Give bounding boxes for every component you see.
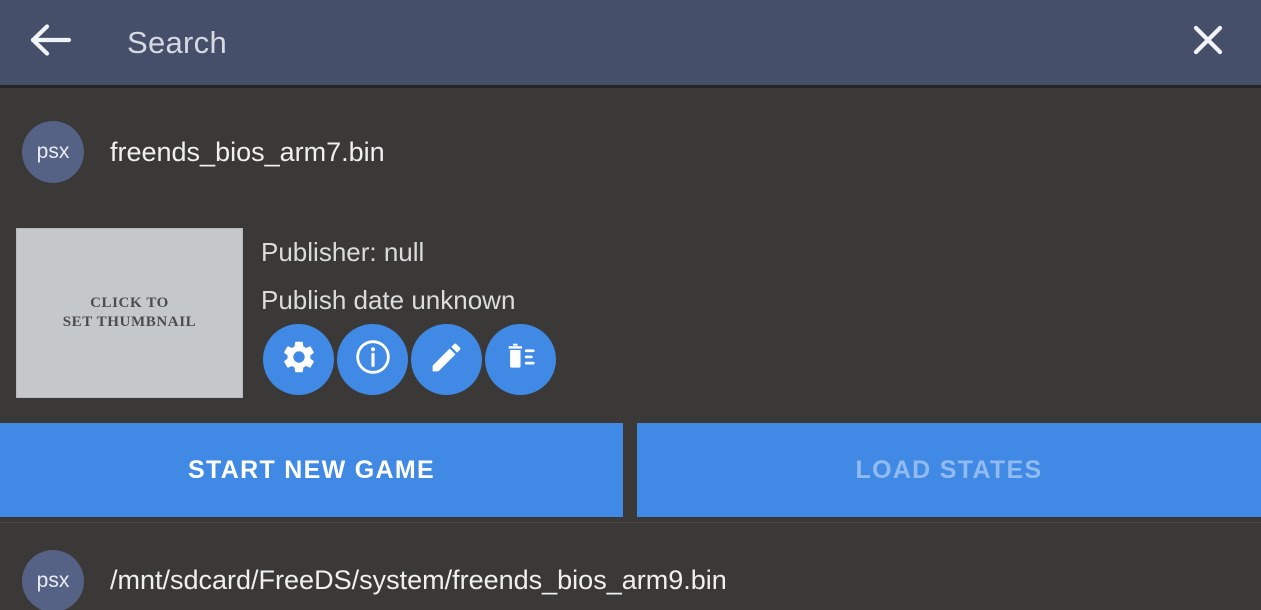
start-new-game-label: START NEW GAME [188, 455, 435, 484]
gear-icon [280, 338, 318, 381]
thumbnail-line-2: SET THUMBNAIL [62, 314, 197, 330]
trash-list-icon [502, 338, 540, 381]
load-states-label: LOAD STATES [855, 455, 1043, 484]
info-circle-icon [353, 337, 393, 382]
info-button[interactable] [337, 324, 408, 395]
entry-detail-panel: CLICK TO SET THUMBNAIL Publisher: null P… [0, 228, 1261, 400]
set-thumbnail-button[interactable]: CLICK TO SET THUMBNAIL [16, 228, 243, 398]
thumbnail-line-1: CLICK TO [90, 295, 169, 311]
entry-metadata: Publisher: null Publish date unknown [261, 228, 515, 324]
publisher-text: Publisher: null [261, 237, 425, 267]
app-bar-underline [0, 85, 1261, 88]
load-states-button[interactable]: LOAD STATES [637, 423, 1261, 517]
pencil-icon [428, 339, 465, 381]
edit-button[interactable] [411, 324, 482, 395]
list-item-label: freends_bios_arm7.bin [110, 136, 385, 167]
settings-button[interactable] [263, 324, 334, 395]
list-item-label: /mnt/sdcard/FreeDS/system/freends_bios_a… [110, 565, 727, 595]
app-bar-title: Search [127, 24, 228, 60]
close-button[interactable] [1177, 11, 1239, 73]
primary-actions-row: START NEW GAME LOAD STATES [0, 423, 1261, 517]
list-item[interactable]: psx freends_bios_arm7.bin [0, 121, 1261, 183]
back-button[interactable] [19, 11, 83, 75]
app-root: Search psx freends_bios_arm7.bin CLICK T… [0, 0, 1261, 610]
close-icon [1190, 22, 1226, 63]
app-bar: Search [0, 0, 1261, 85]
platform-badge: psx [22, 549, 84, 610]
arrow-left-icon [30, 23, 72, 62]
publish-date-text: Publish date unknown [261, 285, 516, 315]
entry-action-buttons [263, 324, 556, 395]
list-divider [0, 522, 1261, 523]
start-new-game-button[interactable]: START NEW GAME [0, 423, 623, 517]
delete-button[interactable] [485, 324, 556, 395]
list-item[interactable]: psx /mnt/sdcard/FreeDS/system/freends_bi… [0, 549, 1261, 610]
platform-badge: psx [22, 121, 84, 183]
